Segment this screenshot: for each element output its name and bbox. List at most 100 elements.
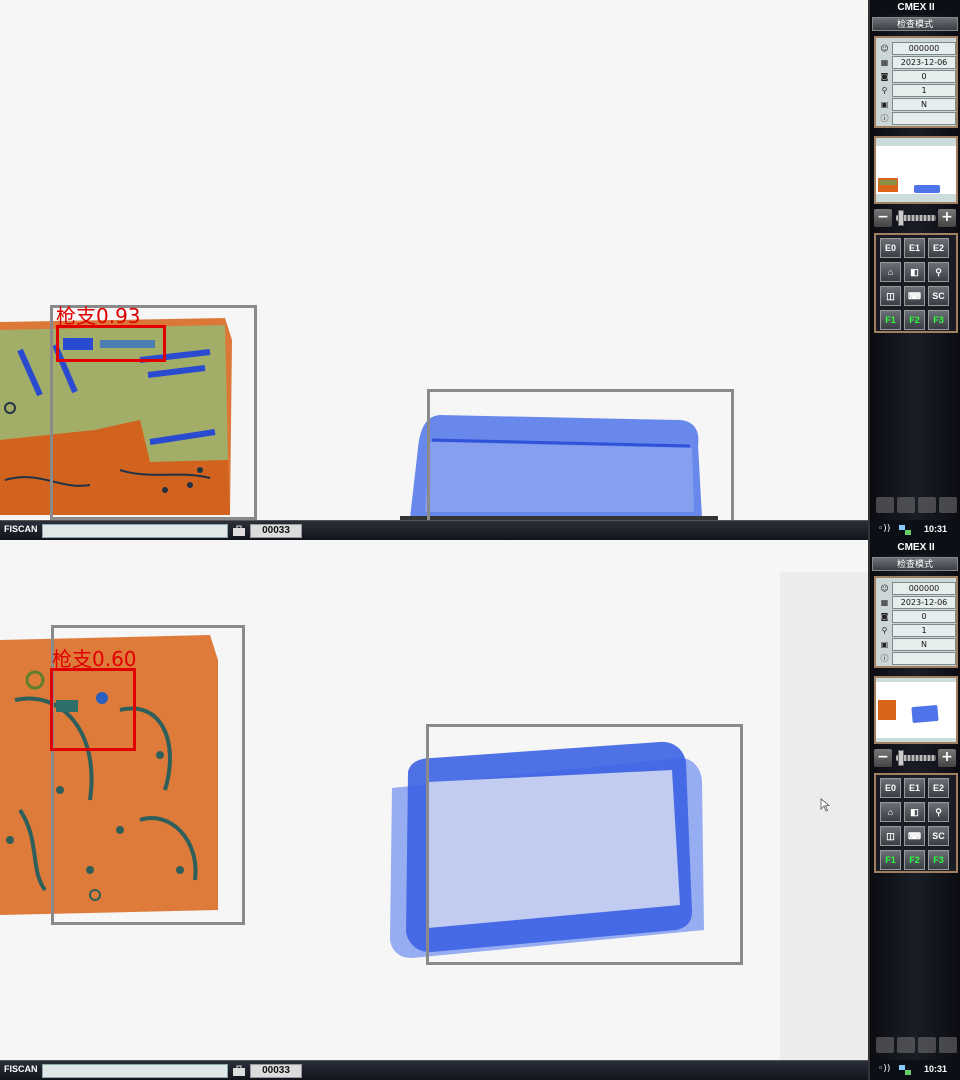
info-row-info: ⓘ xyxy=(878,652,956,665)
function-button-grid: E0 E1 E2 ⌂ ◧ ⚲ ◫ ⌨ SC F1 F2 F3 xyxy=(874,233,958,333)
signal-icon: ◦)) xyxy=(878,524,891,534)
thumbnail-preview[interactable] xyxy=(874,676,958,744)
status-bar: FISCAN 00033 xyxy=(0,1060,868,1080)
contrast-icon[interactable]: ◧ xyxy=(904,262,925,282)
brand-label: FISCAN xyxy=(4,1064,38,1074)
keyboard-icon[interactable]: ⌨ xyxy=(904,826,925,846)
e2-button[interactable]: E2 xyxy=(928,238,949,258)
keyboard-icon[interactable]: ⌨ xyxy=(904,286,925,306)
zoom-slider-knob[interactable] xyxy=(898,210,904,226)
zoom-icon[interactable]: ⚲ xyxy=(928,262,949,282)
thumbnail-image xyxy=(876,138,956,202)
e0-button[interactable]: E0 xyxy=(880,238,901,258)
tools-icon[interactable] xyxy=(918,497,936,513)
save-icon[interactable] xyxy=(876,497,894,513)
zoom-control: − + xyxy=(874,209,958,227)
info-row-zoom: ⚲ 1 xyxy=(878,624,956,637)
bag-counter: 00033 xyxy=(250,1064,302,1078)
tools-icon[interactable] xyxy=(918,1037,936,1053)
f3-button[interactable]: F3 xyxy=(928,310,949,330)
forward-icon[interactable] xyxy=(897,497,915,513)
calendar-icon: ▦ xyxy=(880,598,889,607)
f2-button[interactable]: F2 xyxy=(904,310,925,330)
info-icon: ⓘ xyxy=(880,654,889,663)
home-icon[interactable]: ⌂ xyxy=(880,802,901,822)
info-value xyxy=(892,112,956,125)
date-value: 2023-12-06 xyxy=(892,596,956,609)
home-icon[interactable]: ⌂ xyxy=(880,262,901,282)
control-sidebar: CMEX II 检查模式 ☺ 000000 ▦ 2023-12-06 ◙ 0 ⚲ 1 ▣… xyxy=(868,0,960,540)
count-icon: ◙ xyxy=(880,72,889,81)
top-scan-panel: 枪支0.93 FISCAN 00033 CMEX II 检查模式 ☺ 000000… xyxy=(0,0,960,540)
export-icon[interactable] xyxy=(939,1037,957,1053)
zoom-control: − + xyxy=(874,749,958,767)
e0-button[interactable]: E0 xyxy=(880,778,901,798)
xray-image-view[interactable]: 枪支0.93 xyxy=(0,0,868,520)
detection-box xyxy=(427,389,734,520)
bag-type-icon: ▣ xyxy=(880,640,889,649)
detection-box xyxy=(426,724,743,965)
network-icon xyxy=(899,1065,911,1075)
magnifier-icon: ⚲ xyxy=(881,86,888,95)
export-icon[interactable] xyxy=(939,497,957,513)
calendar-icon: ▦ xyxy=(880,58,889,67)
split-icon[interactable]: ◫ xyxy=(880,826,901,846)
threat-alert-box[interactable] xyxy=(50,668,136,751)
zoom-icon[interactable]: ⚲ xyxy=(928,802,949,822)
threat-alert-box[interactable] xyxy=(56,325,166,362)
operator-icon: ☺ xyxy=(880,44,889,53)
info-row-date: ▦ 2023-12-06 xyxy=(878,596,956,609)
forward-icon[interactable] xyxy=(897,1037,915,1053)
status-message-field xyxy=(42,524,228,538)
bag-counter: 00033 xyxy=(250,524,302,538)
info-row-bagtype: ▣ N xyxy=(878,638,956,651)
e1-button[interactable]: E1 xyxy=(904,778,925,798)
f1-button[interactable]: F1 xyxy=(880,310,901,330)
status-message-field xyxy=(42,1064,228,1078)
bag-icon xyxy=(233,1065,245,1076)
date-value: 2023-12-06 xyxy=(892,56,956,69)
save-icon[interactable] xyxy=(876,1037,894,1053)
signal-icon: ◦)) xyxy=(878,1064,891,1074)
disabled-tool-icons xyxy=(874,1037,958,1055)
info-icon: ⓘ xyxy=(880,114,889,123)
threat-label: 枪支0.93 xyxy=(56,304,141,328)
f1-button[interactable]: F1 xyxy=(880,850,901,870)
e2-button[interactable]: E2 xyxy=(928,778,949,798)
e1-button[interactable]: E1 xyxy=(904,238,925,258)
bag-type-value: N xyxy=(892,98,956,111)
app-title: CMEX II xyxy=(870,0,960,15)
clock: 10:31 xyxy=(924,524,948,534)
operator-value: 000000 xyxy=(892,42,956,55)
zoom-in-button[interactable]: + xyxy=(938,749,956,767)
info-row-date: ▦ 2023-12-06 xyxy=(878,56,956,69)
mode-label[interactable]: 检查模式 xyxy=(872,557,958,571)
brand-label: FISCAN xyxy=(4,524,38,534)
zoom-value: 1 xyxy=(892,624,956,637)
status-bar: FISCAN 00033 xyxy=(0,520,868,540)
zoom-slider-knob[interactable] xyxy=(898,750,904,766)
info-row-info: ⓘ xyxy=(878,112,956,125)
sc-button[interactable]: SC xyxy=(928,286,949,306)
mode-label[interactable]: 检查模式 xyxy=(872,17,958,31)
sc-button[interactable]: SC xyxy=(928,826,949,846)
xray-image-view[interactable]: 枪支0.60 xyxy=(0,540,868,1060)
contrast-icon[interactable]: ◧ xyxy=(904,802,925,822)
thumbnail-preview[interactable] xyxy=(874,136,958,204)
info-row-bagtype: ▣ N xyxy=(878,98,956,111)
threat-label: 枪支0.60 xyxy=(52,647,137,671)
info-row-count: ◙ 0 xyxy=(878,70,956,83)
zoom-out-button[interactable]: − xyxy=(874,209,892,227)
f2-button[interactable]: F2 xyxy=(904,850,925,870)
split-icon[interactable]: ◫ xyxy=(880,286,901,306)
system-tray: ◦)) 10:31 xyxy=(870,1060,960,1080)
control-sidebar: CMEX II 检查模式 ☺ 000000 ▦ 2023-12-06 ◙ 0 ⚲ 1 ▣… xyxy=(868,540,960,1080)
f3-button[interactable]: F3 xyxy=(928,850,949,870)
clock: 10:31 xyxy=(924,1064,948,1074)
thumbnail-image xyxy=(876,678,956,742)
zoom-out-button[interactable]: − xyxy=(874,749,892,767)
bottom-scan-panel: 枪支0.60 FISCAN 00033 CMEX II 检查模式 ☺ 000000… xyxy=(0,540,960,1080)
count-value: 0 xyxy=(892,70,956,83)
magnifier-icon: ⚲ xyxy=(881,626,888,635)
zoom-in-button[interactable]: + xyxy=(938,209,956,227)
